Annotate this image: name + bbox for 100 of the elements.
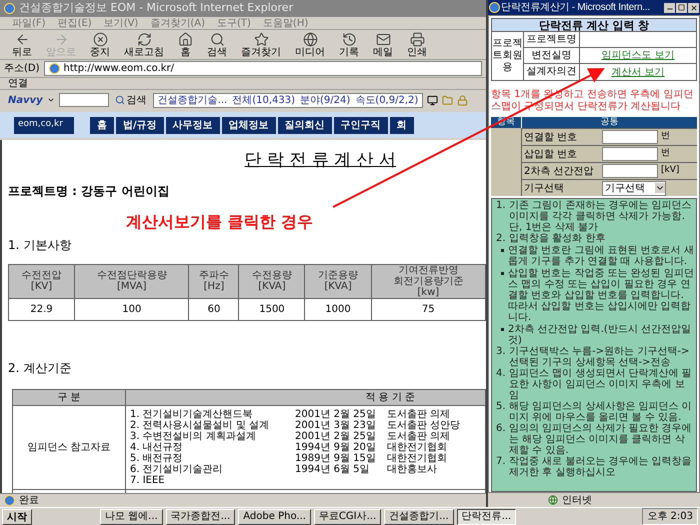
table-cell: 임피던스 참고자료: [12, 405, 126, 489]
lock-icon[interactable]: [457, 94, 468, 106]
maximize-button[interactable]: [676, 2, 687, 12]
document-title: 단 락 전 류 계 산 서: [244, 149, 396, 172]
annotation-text: 계산서보기를 클릭한 경우: [126, 210, 314, 232]
site-nav-link[interactable]: 홈: [90, 116, 114, 134]
window-title: 단락전류계산기 - Microsoft Intern...: [501, 1, 651, 15]
star-icon: [254, 32, 268, 46]
dropdown-icon: [46, 96, 55, 104]
browser-icon: [4, 495, 15, 506]
search-icon: [210, 32, 224, 46]
toolbar-button[interactable]: 검색: [207, 32, 227, 58]
taskbar-button[interactable]: 건설종합기...: [384, 508, 454, 524]
status-text: 인터넷: [562, 494, 592, 508]
history-icon: [342, 32, 356, 46]
list-number: 6.: [496, 423, 507, 436]
column-header: 기여전류반영 회전기용량기준 [kw]: [371, 264, 486, 298]
reference-publisher: 대한홍보사: [387, 464, 437, 474]
column-header: 적 용 기 준: [126, 389, 486, 405]
toolbar-button[interactable]: 뒤로: [12, 32, 32, 58]
taskbar-button[interactable]: 무료CGI사...: [314, 508, 382, 524]
table-cell: 22.9: [8, 298, 75, 320]
dropdown[interactable]: 기구선택: [602, 180, 666, 196]
popup-link[interactable]: 임피던스도 보기: [601, 48, 675, 63]
side-label: 프로젝트회원용: [492, 38, 522, 74]
popup-link[interactable]: 계산서 보기: [611, 64, 665, 80]
section-heading: 2. 계산기준: [8, 360, 72, 376]
site-nav-link[interactable]: 사무정보: [166, 116, 220, 134]
site-nav-link[interactable]: 회: [390, 116, 414, 134]
reference-title: 3. 수변전설비의 계획과설계: [130, 430, 257, 442]
site-nav-link[interactable]: 질의회신: [278, 116, 332, 134]
reference-date: 1994년 6월 5일: [295, 464, 371, 474]
reference-title: 5. 배전규정: [130, 452, 184, 464]
start-button[interactable]: 시작: [2, 508, 32, 524]
bullet-icon: [501, 272, 504, 275]
home-icon: [178, 32, 193, 46]
column-header: 공통: [521, 117, 697, 128]
forward-arrow-icon: [54, 32, 68, 46]
browser-icon: [489, 2, 500, 13]
search-button[interactable]: 검색: [112, 92, 149, 108]
toolbar-button[interactable]: 기록: [339, 32, 359, 58]
browser-icon: [48, 63, 60, 74]
stop-icon: [92, 32, 108, 46]
toolbar-button[interactable]: 홈: [178, 32, 193, 58]
input-field[interactable]: [602, 164, 658, 178]
row-label: 설계자의견: [524, 64, 580, 80]
toolbar-button[interactable]: 미디어: [295, 32, 325, 58]
reference-publisher: 대한전기협회: [387, 452, 447, 464]
input-field[interactable]: [602, 147, 658, 161]
instruction-text: 기존 그림이 존재하는 경우에는 임피던스 이미지를 각각 클릭하면 삭제가 가능함. 단, 1번은 삭제 불가: [509, 200, 693, 233]
field-label: 연결할 번호: [523, 130, 578, 144]
bullet-icon: [501, 249, 504, 252]
folder-icon[interactable]: [442, 94, 454, 106]
taskbar-button[interactable]: 단락전류...: [456, 508, 516, 524]
site-domain: eom,co,kr: [14, 116, 74, 134]
dropdown-arrow-icon: [655, 183, 665, 193]
close-button[interactable]: [688, 2, 699, 12]
reference-date: 2001년 3월 23일: [295, 420, 377, 430]
instruction-text: 해당 임피던스의 상세사항은 임피던스 이미지 위에 마우스를 올리면 볼 수 있음.: [509, 401, 693, 423]
monitor-icon[interactable]: [427, 94, 438, 106]
unit-label: 번: [661, 130, 670, 144]
table-cell: 100: [74, 298, 189, 320]
column-header: 수전용량 [KVA]: [238, 264, 305, 298]
toolbar-button[interactable]: 메일: [373, 32, 393, 58]
table-cell: 75: [371, 298, 486, 320]
column-header: 기준용량 [KVA]: [304, 264, 372, 298]
instruction-text: 연결할 번호란 그림에 표현된 번호로서 새롭게 기구를 추가 연결할 때 사용합니다.: [508, 245, 694, 267]
toolbar-button[interactable]: 중지: [90, 32, 110, 58]
window-title: 건설종합기술정보 EOM - Microsoft Internet Explorer: [19, 0, 294, 16]
toolbar-button[interactable]: 즐겨찾기: [241, 32, 281, 58]
bullet-icon: [501, 328, 504, 331]
field-label: 2차측 선간전압: [523, 164, 595, 178]
reference-title: 1. 전기설비기술계산핸드북: [130, 408, 254, 420]
site-nav-link[interactable]: 법/규정: [116, 116, 164, 134]
toolbar-brand: Navvy: [8, 94, 43, 108]
taskbar-button[interactable]: Adobe Pho...: [238, 508, 311, 524]
instruction-text: 삽입할 번호는 작업중 또는 완성된 임피던스 맵의 수정 또는 삽입이 필요한 경우 연결할 번호와 삽입할 번호를 입력합니다. 따라서 삽입할 번호는 삽입시에만 입력합니다.: [508, 268, 694, 323]
instruction-text: 입력창을 활성화 한후: [509, 233, 606, 244]
mail-icon: [376, 32, 390, 46]
instruction-text: 기구선택박스 누름->원하는 기구선택->선택된 기구의 상세항목 선택->전송: [509, 346, 690, 368]
address-field[interactable]: http://www.eom.co.kr/: [44, 61, 482, 76]
reference-date: 2001년 2월 25일: [295, 408, 377, 420]
field-label: 기구선택: [523, 182, 565, 196]
column-header: 구 분: [12, 389, 126, 405]
list-number: 3.: [496, 346, 507, 359]
table-cell: 60: [188, 298, 239, 320]
taskbar-button[interactable]: 국가종합전...: [166, 508, 236, 524]
unit-label: [kV]: [661, 164, 680, 178]
toolbar-button[interactable]: 인쇄: [407, 32, 427, 58]
taskbar-button[interactable]: 나모 웹에...: [100, 508, 163, 524]
toolbar-button[interactable]: 새로고침: [124, 32, 164, 58]
site-nav-link[interactable]: 구인구직: [334, 116, 388, 134]
reference-date: 1989년 9월 15일: [295, 452, 377, 464]
input-field[interactable]: [602, 130, 658, 144]
site-nav-link[interactable]: 업체정보: [222, 116, 276, 134]
links-label: 연결: [8, 77, 28, 91]
reference-publisher: 도서출판 성안당: [387, 420, 460, 430]
minimize-button[interactable]: [664, 2, 675, 12]
search-field[interactable]: [58, 93, 109, 107]
reference-title: 6. 전기설비기술관리: [130, 464, 224, 474]
